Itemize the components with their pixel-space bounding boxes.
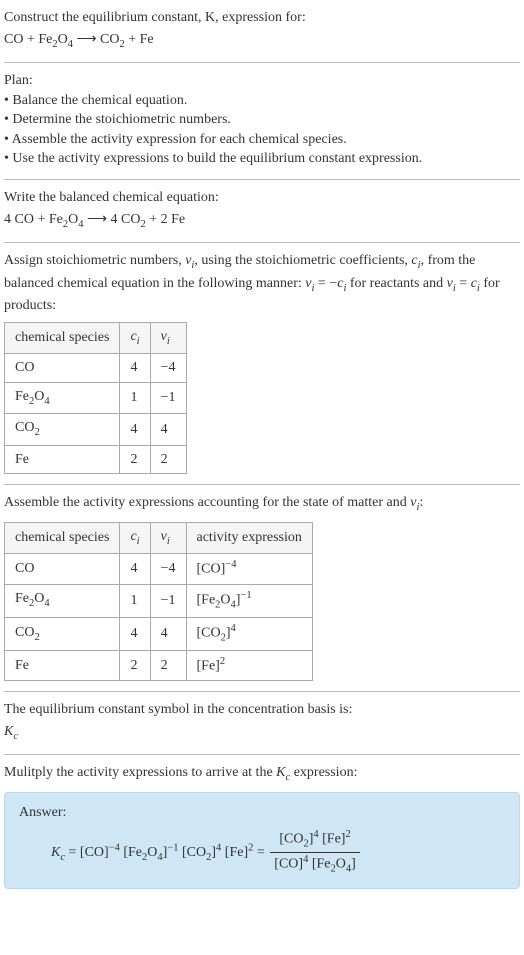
- header-prompt: Construct the equilibrium constant, K, e…: [4, 8, 520, 28]
- plan-bullet: • Use the activity expressions to build …: [4, 149, 520, 169]
- activity-table: chemical species ci νi activity expressi…: [4, 522, 313, 681]
- symbol-value: Kc: [4, 722, 520, 744]
- answer-expression: Kc = [CO]−4 [Fe2O4]−1 [CO2]4 [Fe]2 = [CO…: [19, 828, 505, 877]
- stoich-table: chemical species ci νi CO 4 −4 Fe2O4 1 −…: [4, 322, 187, 475]
- table-row: CO 4 −4 [CO]−4: [5, 554, 313, 584]
- cell-species: CO: [5, 354, 120, 383]
- cell-species: Fe2O4: [5, 382, 120, 413]
- cell-ci: 2: [120, 650, 150, 680]
- activity-prompt: Assemble the activity expressions accoun…: [4, 493, 520, 515]
- cell-ci: 4: [120, 554, 150, 584]
- col-ci: ci: [120, 522, 150, 553]
- table-header-row: chemical species ci νi: [5, 322, 187, 353]
- plan-title: Plan:: [4, 71, 520, 91]
- cell-vi: 2: [150, 650, 186, 680]
- col-ci: ci: [120, 322, 150, 353]
- activity-block: Assemble the activity expressions accoun…: [4, 493, 520, 681]
- cell-species: CO: [5, 554, 120, 584]
- cell-ci: 4: [120, 617, 150, 650]
- cell-vi: 2: [150, 445, 186, 474]
- cell-species: Fe: [5, 445, 120, 474]
- divider: [4, 484, 520, 485]
- table-row: CO2 4 4 [CO2]4: [5, 617, 313, 650]
- table-header-row: chemical species ci νi activity expressi…: [5, 522, 313, 553]
- cell-vi: −1: [150, 382, 186, 413]
- col-species: chemical species: [5, 322, 120, 353]
- cell-vi: −4: [150, 354, 186, 383]
- plan-bullet: • Balance the chemical equation.: [4, 91, 520, 111]
- divider: [4, 691, 520, 692]
- cell-vi: 4: [150, 617, 186, 650]
- plan-bullet: • Determine the stoichiometric numbers.: [4, 110, 520, 130]
- cell-species: CO2: [5, 617, 120, 650]
- fraction-denominator: [CO]4 [Fe2O4]: [270, 853, 360, 877]
- divider: [4, 179, 520, 180]
- cell-vi: −4: [150, 554, 186, 584]
- cell-activity: [CO]−4: [186, 554, 312, 584]
- balanced-prompt: Write the balanced chemical equation:: [4, 188, 520, 208]
- table-row: Fe 2 2 [Fe]2: [5, 650, 313, 680]
- answer-lhs: Kc = [CO]−4 [Fe2O4]−1 [CO2]4 [Fe]2 =: [51, 845, 268, 860]
- multiply-block: Mulitply the activity expressions to arr…: [4, 763, 520, 888]
- balanced-block: Write the balanced chemical equation: 4 …: [4, 188, 520, 232]
- symbol-block: The equilibrium constant symbol in the c…: [4, 700, 520, 744]
- stoich-block: Assign stoichiometric numbers, νi, using…: [4, 251, 520, 474]
- plan-block: Plan: • Balance the chemical equation. •…: [4, 71, 520, 169]
- plan-bullet: • Assemble the activity expression for e…: [4, 130, 520, 150]
- cell-species: Fe: [5, 650, 120, 680]
- header-block: Construct the equilibrium constant, K, e…: [4, 8, 520, 52]
- table-row: CO2 4 4: [5, 414, 187, 445]
- answer-box: Answer: Kc = [CO]−4 [Fe2O4]−1 [CO2]4 [Fe…: [4, 792, 520, 889]
- col-vi: νi: [150, 322, 186, 353]
- answer-fraction: [CO2]4 [Fe]2[CO]4 [Fe2O4]: [270, 828, 360, 877]
- col-activity: activity expression: [186, 522, 312, 553]
- col-vi: νi: [150, 522, 186, 553]
- table-row: Fe2O4 1 −1 [Fe2O4]−1: [5, 584, 313, 617]
- cell-vi: −1: [150, 584, 186, 617]
- cell-vi: 4: [150, 414, 186, 445]
- cell-activity: [CO2]4: [186, 617, 312, 650]
- multiply-prompt: Mulitply the activity expressions to arr…: [4, 763, 520, 785]
- table-row: Fe2O4 1 −1: [5, 382, 187, 413]
- divider: [4, 754, 520, 755]
- col-species: chemical species: [5, 522, 120, 553]
- cell-activity: [Fe2O4]−1: [186, 584, 312, 617]
- divider: [4, 242, 520, 243]
- cell-ci: 4: [120, 354, 150, 383]
- balanced-equation: 4 CO + Fe2O4 ⟶ 4 CO2 + 2 Fe: [4, 210, 520, 232]
- cell-activity: [Fe]2: [186, 650, 312, 680]
- cell-ci: 1: [120, 382, 150, 413]
- symbol-prompt: The equilibrium constant symbol in the c…: [4, 700, 520, 720]
- table-row: CO 4 −4: [5, 354, 187, 383]
- cell-ci: 2: [120, 445, 150, 474]
- table-row: Fe 2 2: [5, 445, 187, 474]
- cell-species: Fe2O4: [5, 584, 120, 617]
- fraction-numerator: [CO2]4 [Fe]2: [270, 828, 360, 853]
- stoich-prompt: Assign stoichiometric numbers, νi, using…: [4, 251, 520, 316]
- cell-ci: 1: [120, 584, 150, 617]
- cell-ci: 4: [120, 414, 150, 445]
- cell-species: CO2: [5, 414, 120, 445]
- answer-label: Answer:: [19, 803, 505, 823]
- header-equation: CO + Fe2O4 ⟶ CO2 + Fe: [4, 30, 520, 52]
- divider: [4, 62, 520, 63]
